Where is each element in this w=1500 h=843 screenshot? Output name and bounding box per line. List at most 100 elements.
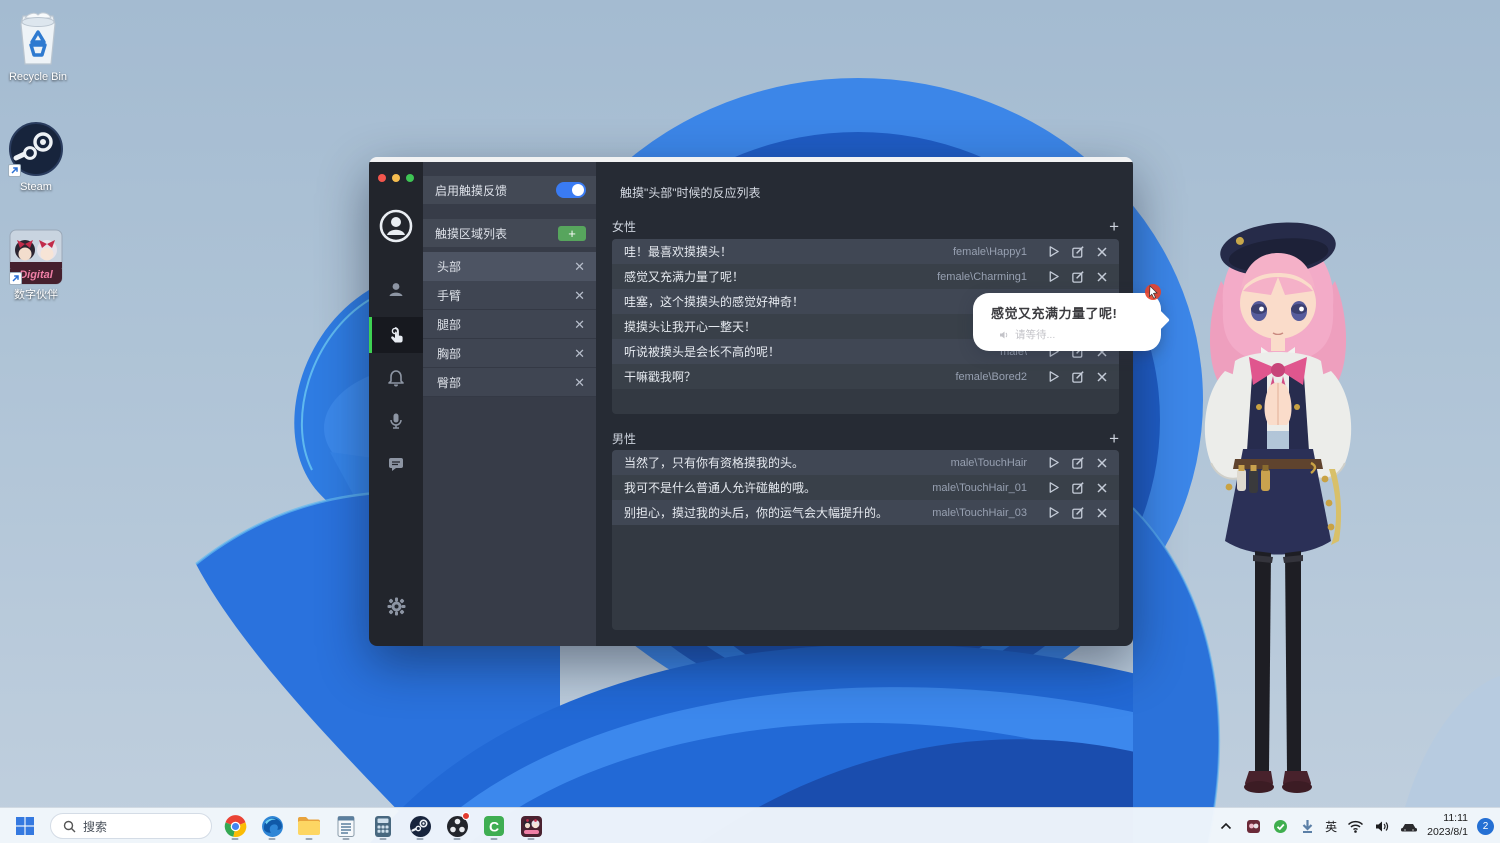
touch-area-item[interactable]: 手臂 ✕ xyxy=(423,281,596,310)
play-button[interactable] xyxy=(1046,369,1061,384)
reaction-row[interactable]: 当然了，只有你有资格摸我的头。 male\TouchHair xyxy=(612,450,1119,475)
add-reaction-button[interactable]: + xyxy=(1109,430,1119,447)
reaction-row[interactable]: 干嘛戳我啊？ female\Bored2 xyxy=(612,364,1119,389)
play-button[interactable] xyxy=(1046,455,1061,470)
play-button[interactable] xyxy=(1046,244,1061,259)
reaction-text: 干嘛戳我啊？ xyxy=(624,370,697,384)
desktop-icon-steam[interactable]: Steam xyxy=(0,120,79,193)
digital-mate-taskbar-icon xyxy=(520,815,542,837)
windows-logo-icon xyxy=(16,817,34,835)
section-title: 男性 xyxy=(612,431,637,446)
touch-area-item[interactable]: 头部 ✕ xyxy=(423,252,596,281)
edit-button[interactable] xyxy=(1070,480,1085,495)
reaction-text: 感觉又充满力量了呢！ xyxy=(624,270,745,284)
reaction-row[interactable]: 别担心，摸过我的头后，你的运气会大幅提升的。 male\TouchHair_03 xyxy=(612,500,1119,525)
taskbar-app-calculator[interactable] xyxy=(370,811,396,841)
sidebar-item-person[interactable] xyxy=(369,272,423,308)
wifi-icon[interactable] xyxy=(1346,817,1364,835)
tray-app-icon[interactable] xyxy=(1244,817,1262,835)
delete-button[interactable] xyxy=(1094,244,1109,259)
anime-character[interactable] xyxy=(1183,211,1373,811)
clock-time: 11:11 xyxy=(1443,812,1468,825)
touch-area-item[interactable]: 腿部 ✕ xyxy=(423,310,596,339)
notification-count-badge[interactable]: 2 xyxy=(1477,817,1494,835)
edit-button[interactable] xyxy=(1070,369,1085,384)
maximize-window-button[interactable] xyxy=(406,174,414,182)
reaction-row[interactable]: 感觉又充满力量了呢！ female\Charming1 xyxy=(612,264,1119,289)
start-button[interactable] xyxy=(14,815,36,837)
remove-area-button[interactable]: ✕ xyxy=(574,260,585,273)
play-icon xyxy=(1049,457,1059,468)
area-list-header-row: 触摸区域列表 + xyxy=(423,219,596,247)
tray-chevron-up-icon[interactable] xyxy=(1217,817,1235,835)
touch-area-item[interactable]: 臀部 ✕ xyxy=(423,368,596,397)
tray-sync-ok-icon[interactable] xyxy=(1271,817,1289,835)
touch-area-label: 手臂 xyxy=(437,288,462,303)
enable-feedback-toggle[interactable] xyxy=(556,182,586,198)
desktop-icon-digital-mate[interactable]: Digital 数字伙伴 xyxy=(0,228,79,301)
play-button[interactable] xyxy=(1046,480,1061,495)
edit-button[interactable] xyxy=(1070,505,1085,520)
play-button[interactable] xyxy=(1046,505,1061,520)
reaction-row[interactable]: 哇！最喜欢摸摸头！ female\Happy1 xyxy=(612,239,1119,264)
add-reaction-button[interactable]: + xyxy=(1109,218,1119,235)
tray-device-icon[interactable] xyxy=(1400,817,1418,835)
delete-button[interactable] xyxy=(1094,480,1109,495)
sidebar-item-microphone[interactable] xyxy=(369,403,423,439)
delete-button[interactable] xyxy=(1094,455,1109,470)
edit-button[interactable] xyxy=(1070,455,1085,470)
reactions-title: 触摸"头部"时候的反应列表 xyxy=(620,186,761,200)
remove-area-button[interactable]: ✕ xyxy=(574,318,585,331)
edit-button[interactable] xyxy=(1070,244,1085,259)
play-icon xyxy=(1049,246,1059,257)
voice-label: female\Bored2 xyxy=(955,370,1027,383)
taskbar-search[interactable]: 搜索 xyxy=(50,813,212,839)
taskbar-app-chrome[interactable] xyxy=(222,811,248,841)
close-icon xyxy=(1096,371,1107,382)
delete-button[interactable] xyxy=(1094,269,1109,284)
reaction-row[interactable]: 我可不是什么普通人允许碰触的哦。 male\TouchHair_01 xyxy=(612,475,1119,500)
tray-download-icon[interactable] xyxy=(1298,817,1316,835)
edit-button[interactable] xyxy=(1070,269,1085,284)
edit-icon xyxy=(1071,370,1084,383)
desktop-icon-recycle-bin[interactable]: Recycle Bin xyxy=(0,12,81,83)
taskbar-app-steam[interactable] xyxy=(407,811,433,841)
sidebar-item-touch[interactable] xyxy=(369,317,423,353)
sidebar-item-chat[interactable] xyxy=(369,446,423,482)
shortcut-arrow-icon xyxy=(8,164,21,177)
taskbar-apps: C xyxy=(222,808,544,843)
play-button[interactable] xyxy=(1046,269,1061,284)
ime-indicator[interactable]: 英 xyxy=(1325,818,1337,835)
taskbar-app-digital-mate[interactable] xyxy=(518,811,544,841)
male-section-header: 男性 + xyxy=(612,430,1119,447)
digital-mate-art-text: Digital xyxy=(19,269,54,281)
taskbar-app-notepad[interactable] xyxy=(333,811,359,841)
taskbar-app-clash[interactable]: C xyxy=(481,811,507,841)
remove-area-button[interactable]: ✕ xyxy=(574,347,585,360)
delete-button[interactable] xyxy=(1094,505,1109,520)
minimize-window-button[interactable] xyxy=(392,174,400,182)
taskbar-app-obs[interactable] xyxy=(444,811,470,841)
sidebar-item-notifications[interactable] xyxy=(369,360,423,396)
volume-icon[interactable] xyxy=(1373,817,1391,835)
sidebar-item-avatar[interactable] xyxy=(369,206,423,246)
touch-area-item[interactable]: 胸部 ✕ xyxy=(423,339,596,368)
close-window-button[interactable] xyxy=(378,174,386,182)
remove-area-button[interactable]: ✕ xyxy=(574,376,585,389)
add-area-button[interactable]: + xyxy=(558,225,586,241)
taskbar-app-file-explorer[interactable] xyxy=(296,811,322,841)
edit-icon xyxy=(1071,506,1084,519)
gear-icon xyxy=(387,597,405,615)
app-window: 启用触摸反馈 触摸区域列表 + 头部 ✕ 手臂 ✕ 腿部 ✕ 胸部 ✕ 臀部 ✕… xyxy=(369,157,1133,646)
reactions-panel: 触摸"头部"时候的反应列表 女性 + 哇！最喜欢摸摸头！ female\Happ… xyxy=(596,162,1133,646)
touch-area-label: 臀部 xyxy=(437,375,462,390)
remove-area-button[interactable]: ✕ xyxy=(574,289,585,302)
play-icon xyxy=(1049,371,1059,382)
taskbar-clock[interactable]: 11:11 2023/8/1 xyxy=(1427,812,1468,839)
taskbar-app-edge[interactable] xyxy=(259,811,285,841)
sidebar-item-settings[interactable] xyxy=(369,588,423,624)
touch-area-label: 腿部 xyxy=(437,317,462,332)
calculator-icon xyxy=(375,815,391,837)
reaction-text: 听说被摸头是会长不高的呢！ xyxy=(624,345,781,359)
delete-button[interactable] xyxy=(1094,369,1109,384)
